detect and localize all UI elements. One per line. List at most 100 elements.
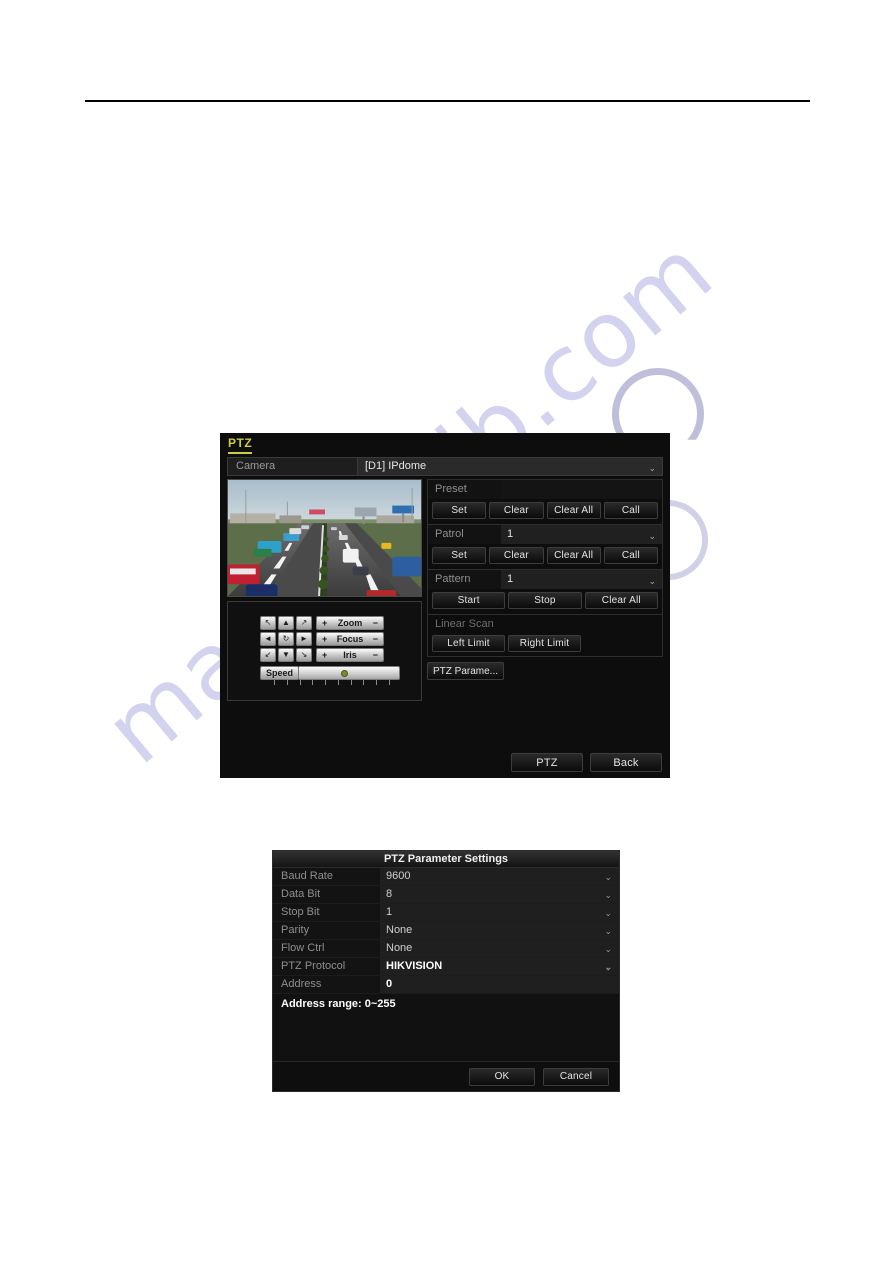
linear-scan-label: Linear Scan <box>428 615 662 632</box>
address-range-note: Address range: 0~255 <box>281 998 396 1010</box>
preset-input[interactable] <box>501 480 662 499</box>
parameter-rows: Baud Rate 9600 ⌄ Data Bit 8 ⌄ Stop Bit 1… <box>273 868 619 994</box>
zoom-label: Zoom <box>337 617 363 628</box>
ptz-function-column: Preset Set Clear Clear All Call Patrol 1… <box>427 479 663 657</box>
chevron-down-icon: ⌄ <box>604 926 612 936</box>
speed-control[interactable]: Speed <box>260 666 400 680</box>
baud-rate-row[interactable]: Baud Rate 9600 ⌄ <box>273 868 619 886</box>
patrol-row[interactable]: Patrol 1 ⌄ <box>428 525 662 544</box>
stop-bit-row[interactable]: Stop Bit 1 ⌄ <box>273 904 619 922</box>
data-bit-label: Data Bit <box>273 886 380 903</box>
pattern-buttons: Start Stop Clear All <box>428 589 662 614</box>
data-bit-row[interactable]: Data Bit 8 ⌄ <box>273 886 619 904</box>
preset-call-button[interactable]: Call <box>603 502 658 519</box>
patrol-set-button[interactable]: Set <box>432 547 487 564</box>
focus-control[interactable]: + Focus − <box>316 632 384 646</box>
camera-selected-value: [D1] IPdome <box>365 460 427 472</box>
iris-control[interactable]: + Iris − <box>316 648 384 662</box>
pan-left-button[interactable]: ◄ <box>260 632 276 646</box>
camera-select-row[interactable]: Camera [D1] IPdome ⌄ <box>227 457 663 476</box>
chevron-down-icon: ⌄ <box>604 962 612 972</box>
stop-bit-select[interactable]: 1 ⌄ <box>380 904 619 921</box>
address-input[interactable]: 0 <box>380 976 619 993</box>
pan-down-right-button[interactable]: ↘ <box>296 648 312 662</box>
preset-clear-all-button[interactable]: Clear All <box>546 502 601 519</box>
flow-ctrl-value: None <box>386 942 413 954</box>
ptz-protocol-select[interactable]: HIKVISION ⌄ <box>380 958 619 975</box>
ptz-protocol-label: PTZ Protocol <box>273 958 380 975</box>
pattern-section: Pattern 1 ⌄ Start Stop Clear All <box>427 569 663 614</box>
camera-select[interactable]: [D1] IPdome ⌄ <box>358 458 662 475</box>
pattern-row[interactable]: Pattern 1 ⌄ <box>428 570 662 589</box>
page-header-rule <box>85 100 810 102</box>
left-limit-button[interactable]: Left Limit <box>432 635 505 652</box>
parity-row[interactable]: Parity None ⌄ <box>273 922 619 940</box>
linear-scan-section: Linear Scan Left Limit Right Limit <box>427 614 663 657</box>
linear-scan-buttons: Left Limit Right Limit <box>428 632 662 656</box>
ptz-protocol-value: HIKVISION <box>386 960 443 972</box>
ptz-panel: PTZ Camera [D1] IPdome ⌄ ↖ ▲ ↗ ◄ ↻ ► ↙ ▼… <box>220 433 670 778</box>
iris-minus-icon[interactable]: − <box>373 650 378 660</box>
pattern-select[interactable]: 1 ⌄ <box>501 570 662 589</box>
baud-rate-select[interactable]: 9600 ⌄ <box>380 868 619 885</box>
pattern-stop-button[interactable]: Stop <box>508 592 582 609</box>
speed-slider-knob[interactable] <box>341 670 348 677</box>
dpad-and-lens: ↖ ▲ ↗ ◄ ↻ ► ↙ ▼ ↘ + Zoom − + Focus − + I… <box>260 616 384 662</box>
flow-ctrl-row[interactable]: Flow Ctrl None ⌄ <box>273 940 619 958</box>
auto-scan-button[interactable]: ↻ <box>278 632 294 646</box>
address-row[interactable]: Address 0 <box>273 976 619 994</box>
patrol-clear-button[interactable]: Clear <box>489 547 544 564</box>
parity-select[interactable]: None ⌄ <box>380 922 619 939</box>
live-preview[interactable] <box>227 479 422 597</box>
flow-ctrl-select[interactable]: None ⌄ <box>380 940 619 957</box>
preset-set-button[interactable]: Set <box>432 502 487 519</box>
data-bit-select[interactable]: 8 ⌄ <box>380 886 619 903</box>
parity-value: None <box>386 924 413 936</box>
data-bit-value: 8 <box>386 888 393 900</box>
baud-rate-label: Baud Rate <box>273 868 380 885</box>
camera-label: Camera <box>228 458 358 475</box>
chevron-down-icon: ⌄ <box>604 908 612 918</box>
patrol-clear-all-button[interactable]: Clear All <box>546 547 601 564</box>
speed-slider[interactable] <box>299 666 400 680</box>
ptz-protocol-row[interactable]: PTZ Protocol HIKVISION ⌄ <box>273 958 619 976</box>
parity-label: Parity <box>273 922 380 939</box>
zoom-control[interactable]: + Zoom − <box>316 616 384 630</box>
speed-label: Speed <box>260 666 300 680</box>
pattern-label: Pattern <box>428 570 501 589</box>
ok-button[interactable]: OK <box>469 1067 535 1086</box>
pan-up-left-button[interactable]: ↖ <box>260 616 276 630</box>
pan-down-button[interactable]: ▼ <box>278 648 294 662</box>
address-label: Address <box>273 976 380 993</box>
preview-scene <box>228 480 421 596</box>
speed-ticks <box>274 680 390 685</box>
ptz-button[interactable]: PTZ <box>511 753 583 772</box>
pan-up-right-button[interactable]: ↗ <box>296 616 312 630</box>
patrol-call-button[interactable]: Call <box>603 547 658 564</box>
flow-ctrl-label: Flow Ctrl <box>273 940 380 957</box>
chevron-down-icon: ⌄ <box>604 890 612 900</box>
focus-minus-icon[interactable]: − <box>373 634 378 644</box>
stop-bit-label: Stop Bit <box>273 904 380 921</box>
zoom-minus-icon[interactable]: − <box>373 618 378 628</box>
ptz-panel-title: PTZ <box>228 436 253 454</box>
cancel-button[interactable]: Cancel <box>543 1067 609 1086</box>
pattern-clear-all-button[interactable]: Clear All <box>584 592 658 609</box>
pattern-start-button[interactable]: Start <box>432 592 506 609</box>
right-limit-button[interactable]: Right Limit <box>508 635 581 652</box>
pan-down-left-button[interactable]: ↙ <box>260 648 276 662</box>
patrol-label: Patrol <box>428 525 501 544</box>
preset-row[interactable]: Preset <box>428 480 662 499</box>
chevron-down-icon: ⌄ <box>604 872 612 882</box>
stop-bit-value: 1 <box>386 906 393 918</box>
lens-controls: + Zoom − + Focus − + Iris − <box>316 616 384 662</box>
focus-label: Focus <box>336 633 364 644</box>
back-button[interactable]: Back <box>590 753 662 772</box>
pan-right-button[interactable]: ► <box>296 632 312 646</box>
chevron-down-icon: ⌄ <box>604 944 612 954</box>
preset-clear-button[interactable]: Clear <box>489 502 544 519</box>
pan-up-button[interactable]: ▲ <box>278 616 294 630</box>
ptz-parameter-button[interactable]: PTZ Parame... <box>427 662 504 680</box>
chevron-down-icon: ⌄ <box>648 531 656 541</box>
patrol-select[interactable]: 1 ⌄ <box>501 525 662 544</box>
